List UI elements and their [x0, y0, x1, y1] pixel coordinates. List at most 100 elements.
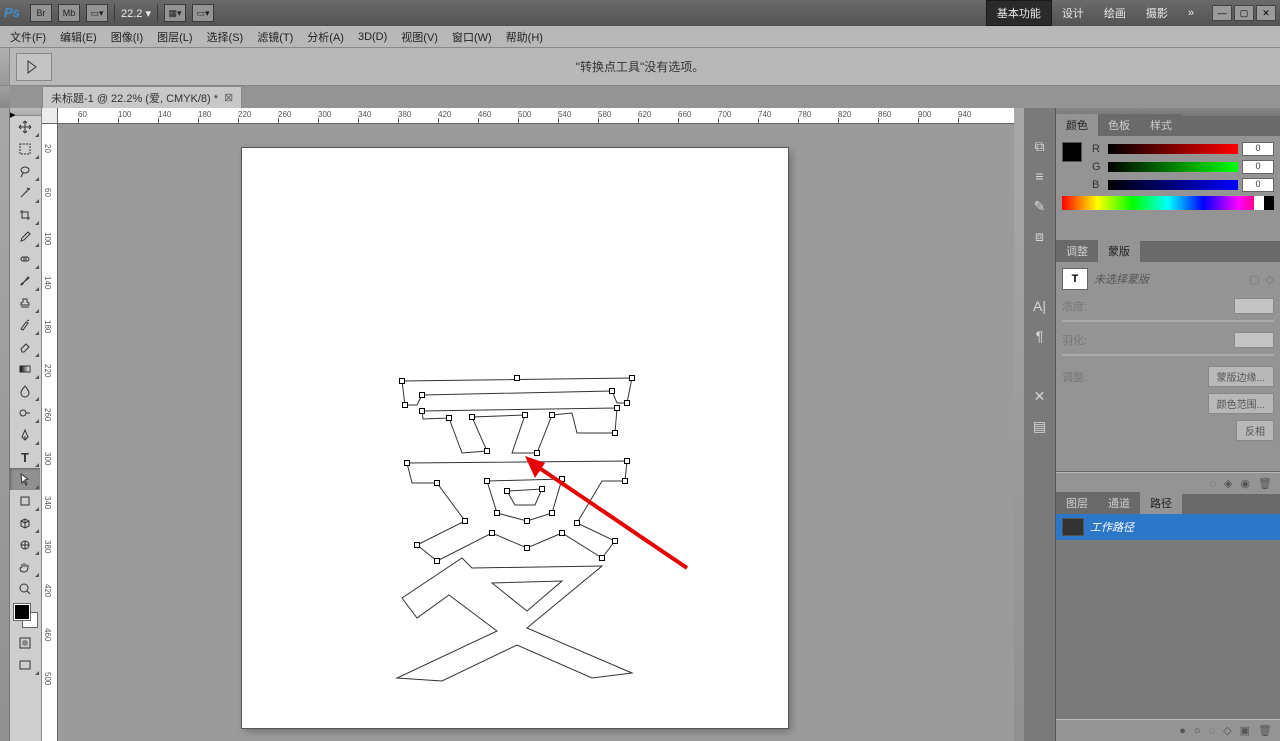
- crop-tool[interactable]: [10, 204, 40, 226]
- ruler-vertical[interactable]: 2060100140180220260300340380420460500: [42, 124, 58, 741]
- fill-path-icon[interactable]: ●: [1179, 725, 1186, 737]
- anchor-point[interactable]: [559, 476, 565, 482]
- quick-mask-button[interactable]: [10, 632, 40, 654]
- minibridge-button[interactable]: Mb: [58, 4, 80, 22]
- char-panel-icon[interactable]: A|: [1029, 296, 1051, 316]
- clone-panel-icon[interactable]: ⧈: [1029, 226, 1051, 246]
- anchor-point[interactable]: [419, 392, 425, 398]
- lasso-tool[interactable]: [10, 160, 40, 182]
- anchor-point[interactable]: [539, 486, 545, 492]
- anchor-point[interactable]: [624, 458, 630, 464]
- selection-to-path-icon[interactable]: ◇: [1223, 724, 1231, 737]
- r-value[interactable]: 0: [1242, 142, 1274, 156]
- pen-tool[interactable]: [10, 424, 40, 446]
- r-slider[interactable]: [1108, 144, 1238, 154]
- menu-layer[interactable]: 图层(L): [151, 27, 198, 47]
- g-slider[interactable]: [1108, 162, 1238, 172]
- color-spectrum[interactable]: [1062, 196, 1274, 210]
- view-extras-button[interactable]: ▭▾: [86, 4, 108, 22]
- wand-tool[interactable]: [10, 182, 40, 204]
- anchor-point[interactable]: [614, 405, 620, 411]
- anchor-point[interactable]: [524, 545, 530, 551]
- anchor-point[interactable]: [446, 415, 452, 421]
- tab-styles[interactable]: 样式: [1140, 114, 1182, 136]
- menu-3d[interactable]: 3D(D): [352, 29, 393, 45]
- zoom-tool[interactable]: [10, 578, 40, 600]
- type-tool[interactable]: T: [10, 446, 40, 468]
- color-swatches[interactable]: [14, 604, 38, 628]
- path-select-tool[interactable]: [10, 468, 40, 490]
- tab-swatches[interactable]: 色板: [1098, 114, 1140, 136]
- feather-input[interactable]: [1234, 332, 1274, 348]
- ws-more[interactable]: »: [1178, 0, 1204, 26]
- color-range-button[interactable]: 颜色范围...: [1208, 393, 1274, 414]
- menu-view[interactable]: 视图(V): [395, 27, 444, 47]
- current-tool-preset[interactable]: [16, 53, 52, 81]
- tab-color[interactable]: 颜色: [1056, 114, 1098, 136]
- path-to-selection-icon[interactable]: ◌: [1209, 725, 1216, 737]
- anchor-point[interactable]: [514, 375, 520, 381]
- gradient-tool[interactable]: [10, 358, 40, 380]
- document-canvas[interactable]: [242, 148, 788, 728]
- path-thumbnail[interactable]: [1062, 518, 1084, 536]
- fg-swatch[interactable]: [1062, 142, 1082, 162]
- menu-window[interactable]: 窗口(W): [446, 27, 498, 47]
- menu-select[interactable]: 选择(S): [201, 27, 250, 47]
- anchor-point[interactable]: [534, 450, 540, 456]
- anchor-point[interactable]: [419, 408, 425, 414]
- mask-thumbnail[interactable]: T: [1062, 268, 1088, 290]
- tab-adjustments[interactable]: 调整: [1056, 240, 1098, 262]
- stamp-tool[interactable]: [10, 292, 40, 314]
- toolbox-grip[interactable]: ▸: [10, 108, 41, 116]
- zoom-level[interactable]: 22.2 ▾: [121, 7, 151, 20]
- density-input[interactable]: [1234, 298, 1274, 314]
- path-artwork[interactable]: [377, 373, 657, 683]
- anchor-point[interactable]: [434, 558, 440, 564]
- menu-help[interactable]: 帮助(H): [500, 27, 549, 47]
- anchor-point[interactable]: [484, 478, 490, 484]
- doc-grip[interactable]: [0, 86, 10, 108]
- history-brush-tool[interactable]: [10, 314, 40, 336]
- anchor-point[interactable]: [494, 510, 500, 516]
- screen-mode-tool[interactable]: [10, 654, 40, 676]
- ws-tab-design[interactable]: 设计: [1052, 0, 1094, 26]
- b-value[interactable]: 0: [1242, 178, 1274, 192]
- ws-tab-photo[interactable]: 摄影: [1136, 0, 1178, 26]
- dodge-tool[interactable]: [10, 402, 40, 424]
- heal-tool[interactable]: [10, 248, 40, 270]
- delete-path-icon[interactable]: 🗑: [1258, 724, 1272, 737]
- menu-edit[interactable]: 编辑(E): [54, 27, 103, 47]
- menu-analysis[interactable]: 分析(A): [301, 27, 350, 47]
- arrange-docs-button[interactable]: ▦▾: [164, 4, 186, 22]
- blur-tool[interactable]: [10, 380, 40, 402]
- anchor-point[interactable]: [574, 520, 580, 526]
- menu-image[interactable]: 图像(I): [105, 27, 149, 47]
- tab-paths[interactable]: 路径: [1140, 492, 1182, 514]
- apply-mask-icon[interactable]: ◈: [1224, 477, 1232, 490]
- document-tab[interactable]: 未标题-1 @ 22.2% (爱, CMYK/8) * ⊠: [42, 86, 242, 108]
- anchor-point[interactable]: [484, 448, 490, 454]
- anchor-point[interactable]: [522, 412, 528, 418]
- mask-edge-button[interactable]: 蒙版边缘...: [1208, 366, 1274, 387]
- options-grip[interactable]: [0, 48, 10, 85]
- enable-mask-icon[interactable]: ◉: [1240, 477, 1250, 490]
- canvas-area[interactable]: 6010014018022026030034038042046050054058…: [42, 108, 1014, 741]
- invert-button[interactable]: 反相: [1236, 420, 1274, 441]
- close-icon[interactable]: ✕: [1256, 5, 1276, 21]
- path-item-work[interactable]: 工作路径: [1056, 514, 1280, 540]
- maximize-icon[interactable]: ▢: [1234, 5, 1254, 21]
- minimize-icon[interactable]: —: [1212, 5, 1232, 21]
- screen-mode-button[interactable]: ▭▾: [192, 4, 214, 22]
- vector-mask-icon[interactable]: ◇: [1266, 273, 1274, 286]
- history-panel-icon[interactable]: ⧉: [1029, 136, 1051, 156]
- document-close-icon[interactable]: ⊠: [224, 91, 233, 104]
- eraser-tool[interactable]: [10, 336, 40, 358]
- layers-comp-icon[interactable]: ▤: [1029, 416, 1051, 436]
- anchor-point[interactable]: [609, 388, 615, 394]
- ws-tab-essentials[interactable]: 基本功能: [986, 0, 1052, 26]
- actions-panel-icon[interactable]: ≡: [1029, 166, 1051, 186]
- anchor-point[interactable]: [624, 400, 630, 406]
- anchor-point[interactable]: [524, 518, 530, 524]
- marquee-tool[interactable]: [10, 138, 40, 160]
- anchor-point[interactable]: [549, 510, 555, 516]
